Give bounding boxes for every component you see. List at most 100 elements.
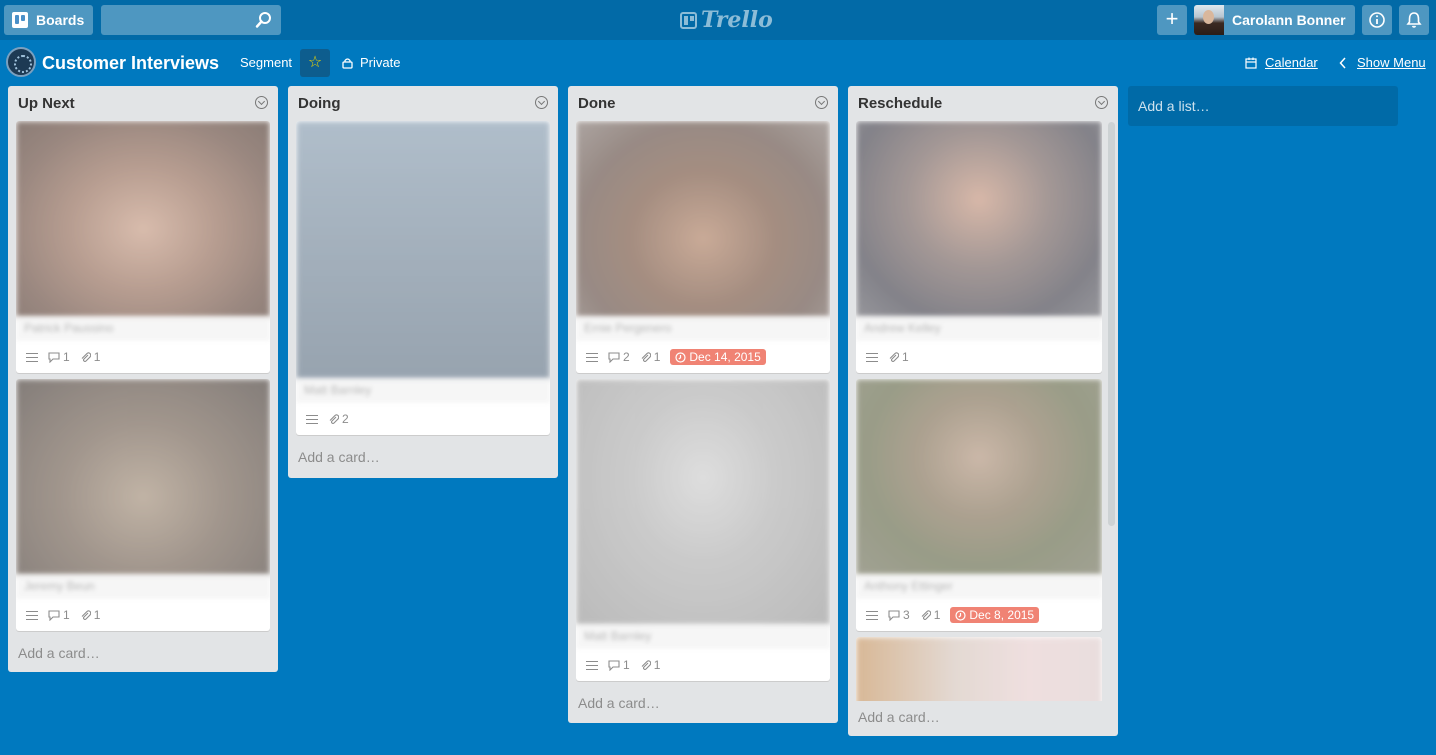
card-title: Andrew Kelley [856, 317, 1102, 341]
card[interactable]: Ernie Pergenero 2 1 Dec 14, 2015 [576, 121, 830, 373]
paperclip-icon [641, 351, 651, 362]
attachments-count: 1 [93, 608, 101, 622]
due-date-text: Dec 8, 2015 [969, 608, 1035, 622]
comments-count: 3 [903, 608, 910, 622]
attachments-count: 2 [342, 412, 349, 426]
avatar [1194, 5, 1224, 35]
list-title[interactable]: Up Next [8, 86, 278, 121]
description-icon [26, 352, 38, 362]
list-menu-icon[interactable] [535, 96, 548, 109]
list-scrollbar[interactable] [1108, 122, 1115, 526]
calendar-icon [1245, 57, 1257, 69]
comments-badge: 2 [608, 350, 630, 364]
card[interactable]: Matt Barnley 1 1 [576, 379, 830, 681]
list-menu-icon[interactable] [255, 96, 268, 109]
attachments-count: 1 [653, 350, 661, 364]
card[interactable] [856, 637, 1102, 701]
chevron-left-icon [1339, 56, 1346, 69]
description-icon [866, 610, 878, 620]
show-menu-link[interactable]: Show Menu [1339, 55, 1426, 70]
board-team-link[interactable]: Segment [240, 55, 292, 70]
add-card-link[interactable]: Add a card… [288, 441, 558, 475]
trello-logo-icon [680, 11, 697, 29]
description-icon [866, 352, 878, 362]
due-date-badge: Dec 8, 2015 [950, 607, 1040, 623]
card-cover-image [16, 379, 270, 575]
comments-badge: 3 [888, 608, 910, 622]
list-doing: Doing Matt Barnley 2 Add a card… [288, 86, 558, 478]
info-button[interactable] [1362, 5, 1392, 35]
attachments-count: 1 [902, 350, 909, 364]
card-cover-image [576, 121, 830, 317]
paperclip-icon [329, 413, 339, 424]
comments-badge: 1 [48, 608, 70, 622]
add-card-link[interactable]: Add a card… [8, 637, 278, 671]
boards-button[interactable]: Boards [4, 5, 93, 35]
member-menu-button[interactable]: Carolann Bonner [1194, 5, 1355, 35]
card-cover-image [856, 121, 1102, 317]
attachments-badge: 1 [640, 350, 661, 364]
list-title[interactable]: Doing [288, 86, 558, 121]
card-cover-image [856, 379, 1102, 575]
add-card-link[interactable]: Add a card… [568, 687, 838, 721]
comments-count: 1 [63, 608, 70, 622]
description-icon [306, 414, 318, 424]
card-badges: 1 1 [16, 599, 270, 631]
card-badges: 1 1 [16, 341, 270, 373]
card[interactable]: Andrew Kelley 1 [856, 121, 1102, 373]
plus-icon: + [1165, 6, 1179, 31]
description-icon [26, 610, 38, 620]
notifications-button[interactable] [1399, 5, 1429, 35]
description-icon [586, 660, 598, 670]
user-name: Carolann Bonner [1232, 12, 1346, 28]
card[interactable]: Matt Barnley 2 [296, 121, 550, 435]
team-logo-icon[interactable] [6, 47, 36, 77]
card-title: Ernie Pergenero [576, 317, 830, 341]
comment-icon [48, 351, 60, 363]
paperclip-icon [921, 609, 931, 620]
visibility-button[interactable]: Private [342, 55, 400, 70]
list-title-text: Done [578, 95, 616, 112]
calendar-link[interactable]: Calendar [1245, 55, 1318, 70]
search-input[interactable] [101, 5, 251, 35]
board-title[interactable]: Customer Interviews [42, 53, 219, 74]
attachments-badge: 2 [328, 412, 349, 426]
card[interactable]: Jeremy Beun 1 1 [16, 379, 270, 631]
list-menu-icon[interactable] [815, 96, 828, 109]
boards-label: Boards [36, 12, 85, 28]
search-icon[interactable] [255, 11, 273, 29]
board-header: Customer Interviews Segment ☆ Private Ca… [0, 40, 1436, 84]
list-title-text: Up Next [18, 95, 75, 112]
search-box[interactable] [101, 5, 281, 35]
add-button[interactable]: + [1157, 5, 1187, 35]
boards-icon [12, 12, 28, 28]
paperclip-icon [641, 659, 651, 670]
card-cover-image [296, 121, 550, 379]
comment-icon [608, 659, 620, 671]
card-title: Jeremy Beun [16, 575, 270, 599]
info-icon [1369, 12, 1385, 28]
lock-icon [342, 57, 353, 69]
attachments-count: 1 [653, 658, 661, 672]
list-reschedule: Reschedule Andrew Kelley 1 Anthony Ettin… [848, 86, 1118, 736]
attachments-badge: 1 [80, 608, 101, 622]
clock-icon [675, 351, 686, 363]
attachments-badge: 1 [640, 658, 661, 672]
card-badges: 3 1 Dec 8, 2015 [856, 599, 1102, 631]
visibility-label: Private [360, 55, 401, 70]
star-button[interactable]: ☆ [300, 49, 330, 77]
card[interactable]: Patrick Paussino 1 1 [16, 121, 270, 373]
add-card-link[interactable]: Add a card… [848, 701, 1118, 735]
add-list-button[interactable]: Add a list… [1128, 86, 1398, 126]
bell-icon [1406, 12, 1422, 28]
list-title[interactable]: Reschedule [848, 86, 1118, 121]
card-title: Anthony Ettinger [856, 575, 1102, 599]
list-menu-icon[interactable] [1095, 96, 1108, 109]
due-date-badge: Dec 14, 2015 [670, 349, 766, 365]
card[interactable]: Anthony Ettinger 3 1 Dec 8, 2015 [856, 379, 1102, 631]
card-title: Matt Barnley [296, 379, 550, 403]
list-title[interactable]: Done [568, 86, 838, 121]
card-badges: 2 1 Dec 14, 2015 [576, 341, 830, 373]
description-icon [586, 352, 598, 362]
trello-logo[interactable]: Trello [680, 7, 773, 33]
